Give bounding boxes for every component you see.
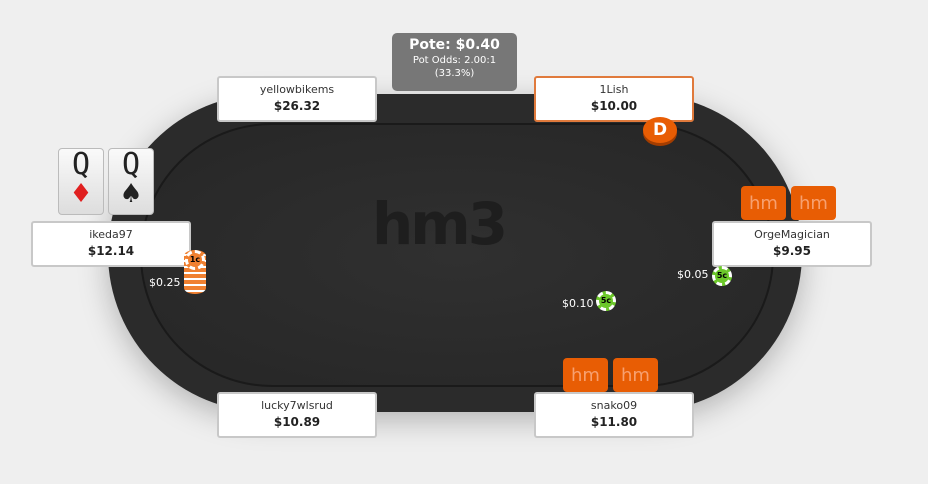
player-stack: $11.80 [590,415,638,429]
chip-icon: 5c [596,291,616,311]
pot-odds: Pot Odds: 2.00:1 [412,55,497,66]
hole-card-queen-spades: Q ♠ [108,148,154,215]
bet-amount: $0.10 [562,297,594,310]
player-name: lucky7wlsrud [261,399,333,412]
spade-icon: ♠ [119,179,143,209]
pot-info: Pote: $0.40 Pot Odds: 2.00:1 (33.3%) [392,33,517,91]
pot-percent: (33.3%) [434,68,475,79]
bet-amount: $0.25 [149,276,181,289]
pot-total: Pote: $0.40 [409,37,500,53]
seat-ikeda97[interactable]: ikeda97 $12.14 [31,221,191,267]
player-stack: $9.95 [773,244,811,258]
card-rank: Q [121,147,141,182]
hm-card-back: hm [741,186,786,220]
card-rank: Q [71,147,91,182]
chip-icon: 1c [185,250,205,270]
seat-yellowbikems[interactable]: yellowbikems $26.32 [217,76,377,122]
player-name: yellowbikems [259,83,335,96]
dealer-button: D [643,117,677,143]
seat-1lish[interactable]: 1Lish $10.00 [534,76,694,122]
seat-lucky7wlsrud[interactable]: lucky7wlsrud $10.89 [217,392,377,438]
chip-icon: 5c [712,266,732,286]
player-name: 1Lish [599,83,629,96]
hm-card-back: hm [613,358,658,392]
hm-card-back: hm [791,186,836,220]
hm-card-back: hm [563,358,608,392]
hole-card-queen-diamonds: Q ♦ [58,148,104,215]
player-name: snako09 [590,399,638,412]
seat-orgemagician[interactable]: OrgeMagician $9.95 [712,221,872,267]
player-stack: $12.14 [87,244,135,258]
player-stack: $10.00 [590,99,638,113]
hm3-logo: hm3 [372,190,508,258]
seat-snako09[interactable]: snako09 $11.80 [534,392,694,438]
diamond-icon: ♦ [69,179,93,209]
player-name: ikeda97 [89,228,133,241]
player-stack: $10.89 [273,415,321,429]
bet-amount: $0.05 [677,268,709,281]
player-name: OrgeMagician [754,228,830,241]
player-stack: $26.32 [273,99,321,113]
